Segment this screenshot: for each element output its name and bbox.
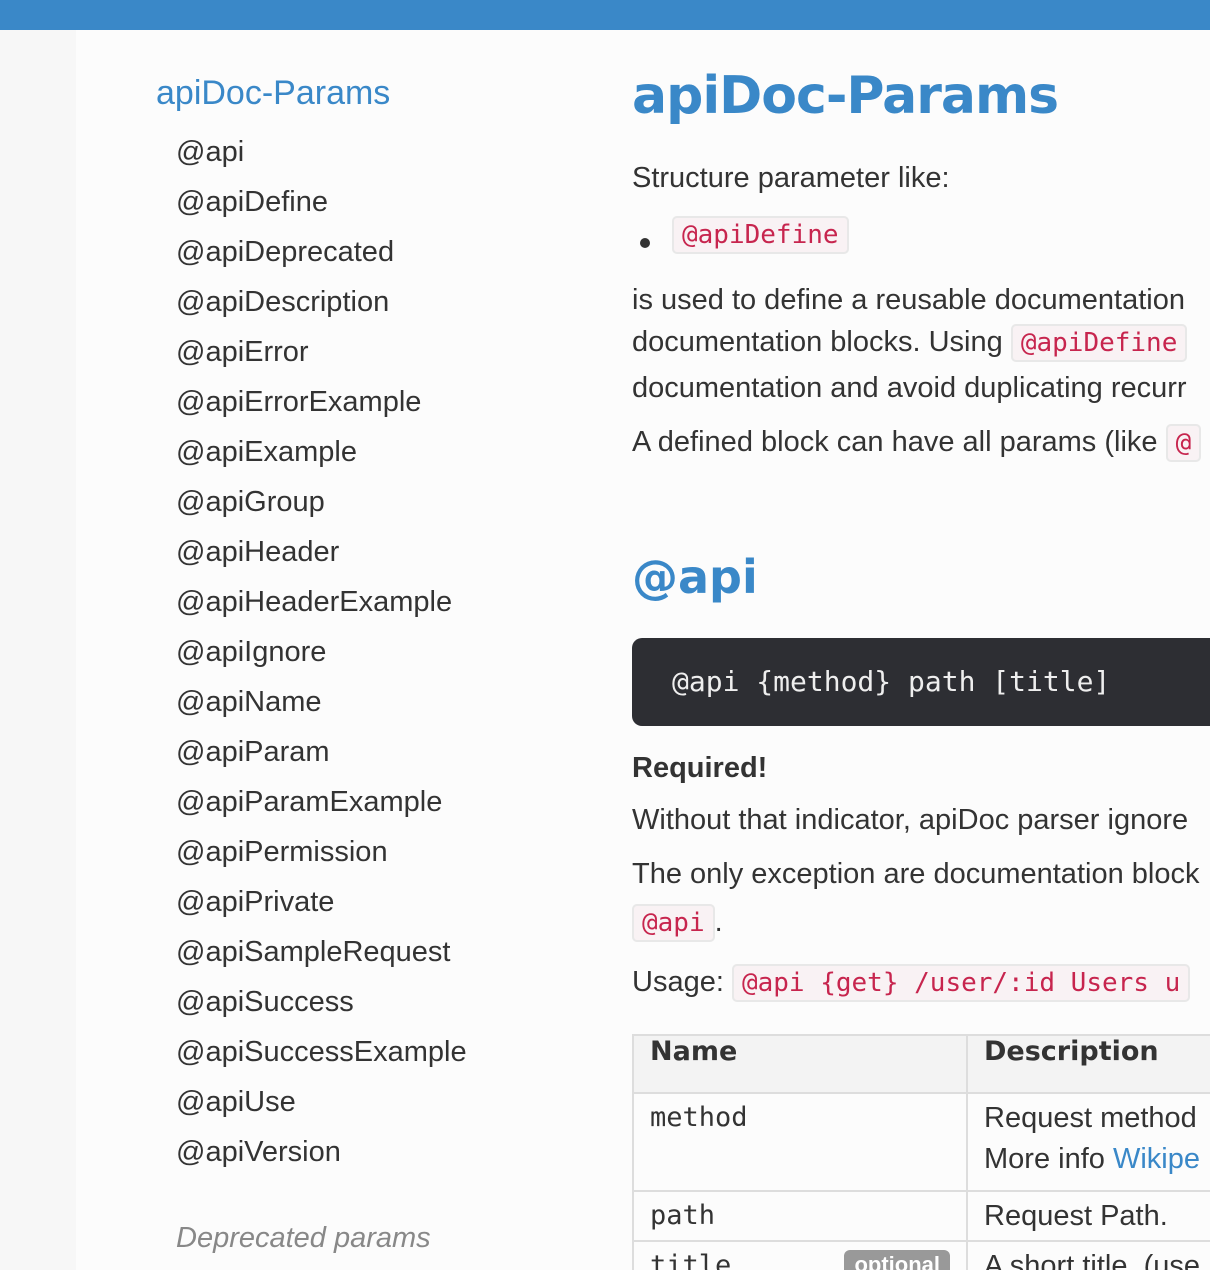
intro-text: Structure parameter like:	[632, 162, 950, 194]
sidebar-item-apisuccess[interactable]: @apiSuccess	[176, 982, 467, 1032]
sidebar-title[interactable]: apiDoc-Params	[156, 74, 390, 113]
description-line: Request method	[984, 1102, 1197, 1134]
page: apiDoc-Params @api @apiDefine @apiDeprec…	[76, 30, 1210, 1270]
sidebar-item-apigroup[interactable]: @apiGroup	[176, 482, 467, 532]
para1-line2-text: documentation blocks. Using	[632, 326, 1003, 358]
param-name: title	[650, 1250, 732, 1270]
table-header-row: Name Description	[632, 1034, 1210, 1094]
sidebar-item-apidescription[interactable]: @apiDescription	[176, 282, 467, 332]
page-title: apiDoc-Params	[632, 66, 1059, 126]
sidebar-deprecated-heading[interactable]: Deprecated params	[176, 1222, 431, 1255]
description-line: More info Wikipe	[984, 1143, 1210, 1176]
sidebar-item-apisuccessexample[interactable]: @apiSuccessExample	[176, 1032, 467, 1082]
more-info-text: More info	[984, 1143, 1113, 1175]
sidebar-item-apierror[interactable]: @apiError	[176, 332, 467, 382]
section-line3-period: .	[714, 906, 723, 938]
para1-line1: is used to define a reusable documentati…	[632, 284, 1185, 316]
table-cell-description: A short title. (use	[966, 1240, 1210, 1270]
optional-badge: optional	[844, 1250, 950, 1270]
usage-line: Usage: @api {get} /user/:id Users u	[632, 964, 1191, 1002]
sidebar-item-apiname[interactable]: @apiName	[176, 682, 467, 732]
para1-line2: documentation blocks. Using @apiDefine	[632, 324, 1188, 362]
sidebar-item-apiversion[interactable]: @apiVersion	[176, 1132, 467, 1182]
table-row: method Request method More info Wikipe	[632, 1092, 1210, 1192]
inline-code-api: @api	[632, 904, 715, 942]
usage-code: @api {get} /user/:id Users u	[731, 964, 1191, 1002]
sidebar-item-apiparamexample[interactable]: @apiParamExample	[176, 782, 467, 832]
sidebar-item-apisamplerequest[interactable]: @apiSampleRequest	[176, 932, 467, 982]
sidebar-item-api[interactable]: @api	[176, 132, 467, 182]
params-table: Name Description method Request method M…	[632, 1034, 1210, 1270]
sidebar-item-apiprivate[interactable]: @apiPrivate	[176, 882, 467, 932]
required-label: Required!	[632, 752, 768, 784]
para2-text: A defined block can have all params (lik…	[632, 426, 1158, 458]
sidebar-item-apiexample[interactable]: @apiExample	[176, 432, 467, 482]
syntax-code-block: @api {method} path [title]	[632, 638, 1210, 726]
table-cell-name: method	[632, 1092, 968, 1192]
para1-line3: documentation and avoid duplicating recu…	[632, 372, 1187, 404]
wikipedia-link[interactable]: Wikipe	[1113, 1143, 1200, 1175]
inline-code-apidefine: @apiDefine	[672, 216, 849, 254]
bullet-item: @apiDefine	[672, 216, 849, 254]
table-cell-description: Request Path.	[966, 1190, 1210, 1242]
section-line3: @api.	[632, 904, 723, 942]
section-line2: The only exception are documentation blo…	[632, 858, 1200, 890]
sidebar-item-apiheaderexample[interactable]: @apiHeaderExample	[176, 582, 467, 632]
section-title-api: @api	[632, 550, 758, 604]
sidebar-item-apiparam[interactable]: @apiParam	[176, 732, 467, 782]
inline-code-apidefine-2: @apiDefine	[1010, 324, 1188, 362]
top-bar	[0, 0, 1210, 30]
sidebar-item-apierrorexample[interactable]: @apiErrorExample	[176, 382, 467, 432]
sidebar-item-apiuse[interactable]: @apiUse	[176, 1082, 467, 1132]
table-row: title optional A short title. (use	[632, 1240, 1210, 1270]
table-row: path Request Path.	[632, 1190, 1210, 1242]
usage-label: Usage:	[632, 966, 724, 998]
sidebar-item-apiignore[interactable]: @apiIgnore	[176, 632, 467, 682]
table-cell-name: title optional	[632, 1240, 968, 1270]
table-cell-description: Request method More info Wikipe	[966, 1092, 1210, 1192]
table-cell-name: path	[632, 1190, 968, 1242]
sidebar-item-apipermission[interactable]: @apiPermission	[176, 832, 467, 882]
para2: A defined block can have all params (lik…	[632, 424, 1202, 462]
table-header-description: Description	[966, 1034, 1210, 1094]
sidebar-item-apideprecated[interactable]: @apiDeprecated	[176, 232, 467, 282]
section-line1: Without that indicator, apiDoc parser ig…	[632, 804, 1189, 836]
sidebar-item-apidefine[interactable]: @apiDefine	[176, 182, 467, 232]
sidebar-item-apiheader[interactable]: @apiHeader	[176, 532, 467, 582]
inline-code-para2: @	[1165, 424, 1202, 462]
table-header-name: Name	[632, 1034, 968, 1094]
sidebar: apiDoc-Params @api @apiDefine @apiDeprec…	[76, 30, 576, 1270]
sidebar-list: @api @apiDefine @apiDeprecated @apiDescr…	[176, 132, 467, 1182]
main-content: apiDoc-Params Structure parameter like: …	[632, 30, 1210, 1270]
bullet-dot	[640, 238, 650, 248]
